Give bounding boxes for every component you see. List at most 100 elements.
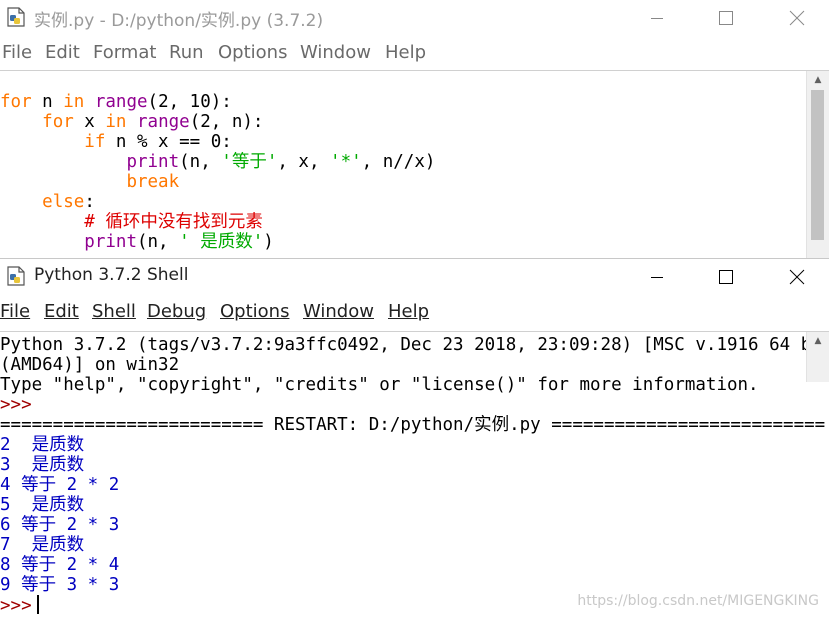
shell-line: 5 是质数 bbox=[0, 495, 829, 515]
window-title: Python 3.7.2 Shell bbox=[34, 265, 189, 285]
shell-line: >>> bbox=[0, 395, 829, 415]
code-token: 3 是质数 bbox=[0, 455, 85, 475]
code-token: >>> bbox=[0, 395, 32, 415]
shell-scrollbar[interactable]: ▲ bbox=[806, 332, 829, 382]
scroll-thumb[interactable] bbox=[811, 90, 824, 240]
menu-debug[interactable]: Debug bbox=[147, 301, 206, 322]
maximize-button[interactable] bbox=[703, 259, 749, 295]
code-token: 4 等于 2 * 2 bbox=[0, 475, 120, 495]
editor-titlebar[interactable]: 实例.py - D:/python/实例.py (3.7.2) bbox=[0, 0, 829, 36]
close-button[interactable] bbox=[774, 259, 820, 295]
code-line: if n % x == 0: bbox=[0, 132, 435, 152]
code-token: '*' bbox=[330, 152, 362, 172]
shell-line: 9 等于 3 * 3 bbox=[0, 575, 829, 595]
close-button[interactable] bbox=[774, 0, 820, 36]
code-token: >>> bbox=[0, 596, 32, 616]
code-line: else: bbox=[0, 192, 435, 212]
code-line: print(n, '等于', x, '*', n//x) bbox=[0, 152, 435, 172]
code-token: 5 是质数 bbox=[0, 495, 85, 515]
code-token: 7 是质数 bbox=[0, 535, 85, 555]
code-line: break bbox=[0, 172, 435, 192]
code-token: for bbox=[42, 112, 74, 132]
close-icon bbox=[789, 269, 805, 285]
code-text: for n in range(2, 10): for x in range(2,… bbox=[0, 92, 435, 252]
menu-shell[interactable]: Shell bbox=[92, 301, 136, 322]
menu-run[interactable]: Run bbox=[169, 42, 204, 63]
minimize-icon bbox=[651, 18, 663, 19]
code-token: n bbox=[31, 92, 64, 112]
menu-options[interactable]: Options bbox=[218, 42, 287, 63]
code-token: if bbox=[84, 132, 106, 152]
menu-file[interactable]: File bbox=[2, 42, 32, 63]
shell-line: 7 是质数 bbox=[0, 535, 829, 555]
maximize-icon bbox=[719, 270, 733, 284]
window-title: 实例.py - D:/python/实例.py (3.7.2) bbox=[34, 11, 324, 31]
menu-shell-label: Shell bbox=[92, 301, 136, 322]
text-cursor bbox=[36, 595, 39, 614]
code-token: Python 3.7.2 (tags/v3.7.2:9a3ffc0492, De… bbox=[0, 335, 829, 355]
code-token: else bbox=[42, 192, 85, 212]
menu-file[interactable]: File bbox=[0, 301, 30, 322]
code-token: in bbox=[63, 92, 85, 112]
menu-help[interactable]: Help bbox=[388, 301, 429, 322]
shell-line: 4 等于 2 * 2 bbox=[0, 475, 829, 495]
menu-format[interactable]: Format bbox=[93, 42, 156, 63]
minimize-button[interactable] bbox=[634, 0, 680, 36]
watermark: https://blog.csdn.net/MIGENGKING bbox=[577, 593, 819, 609]
shell-text: Python 3.7.2 (tags/v3.7.2:9a3ffc0492, De… bbox=[0, 335, 829, 616]
shell-line: ========================= RESTART: D:/py… bbox=[0, 415, 829, 435]
code-line: for x in range(2, n): bbox=[0, 112, 435, 132]
code-token: (AMD64)] on win32 bbox=[0, 355, 180, 375]
python-idle-icon bbox=[7, 266, 25, 286]
menu-edit[interactable]: Edit bbox=[45, 42, 80, 63]
shell-menubar: File Edit Shell Debug Options Window Hel… bbox=[0, 295, 829, 329]
editor-scrollbar[interactable]: ▲ bbox=[806, 71, 829, 258]
editor-menubar: File Edit Format Run Options Window Help bbox=[0, 36, 829, 70]
menu-options[interactable]: Options bbox=[220, 301, 289, 322]
minimize-icon bbox=[651, 277, 663, 278]
code-line: for n in range(2, 10): bbox=[0, 92, 435, 112]
scroll-up-icon[interactable]: ▲ bbox=[807, 332, 829, 349]
code-token: x bbox=[73, 112, 106, 132]
code-token: print bbox=[126, 152, 180, 172]
maximize-button[interactable] bbox=[703, 0, 749, 36]
menu-window[interactable]: Window bbox=[303, 301, 374, 322]
shell-line: 8 等于 2 * 4 bbox=[0, 555, 829, 575]
code-line: # 循环中没有找到元素 bbox=[0, 212, 435, 232]
code-token: , x, bbox=[277, 152, 331, 172]
menu-file-label: File bbox=[0, 301, 31, 322]
code-token: range bbox=[137, 112, 190, 132]
code-token: 6 等于 2 * 3 bbox=[0, 515, 120, 535]
code-token: in bbox=[105, 112, 127, 132]
scroll-up-icon[interactable]: ▲ bbox=[807, 71, 829, 88]
code-token: print bbox=[84, 232, 137, 252]
code-token: : bbox=[84, 192, 95, 212]
menu-edit[interactable]: Edit bbox=[44, 301, 79, 322]
code-token: 2 是质数 bbox=[0, 435, 85, 455]
code-token: 8 等于 2 * 4 bbox=[0, 555, 120, 575]
code-token: 9 等于 3 * 3 bbox=[0, 575, 120, 595]
code-token: for bbox=[0, 92, 32, 112]
code-token: '等于' bbox=[221, 152, 278, 172]
code-token: n % x == 0: bbox=[105, 132, 232, 152]
shell-output[interactable]: Python 3.7.2 (tags/v3.7.2:9a3ffc0492, De… bbox=[0, 331, 829, 618]
code-editor[interactable]: for n in range(2, 10): for x in range(2,… bbox=[0, 70, 829, 258]
menu-window[interactable]: Window bbox=[300, 42, 371, 63]
shell-window: Python 3.7.2 Shell File Edit Shell Debug… bbox=[0, 258, 829, 618]
code-token: (n, bbox=[179, 152, 222, 172]
menu-help-label: Help bbox=[388, 301, 430, 322]
menu-help[interactable]: Help bbox=[385, 42, 426, 63]
code-token: # 循环中没有找到元素 bbox=[84, 212, 263, 232]
code-line: print(n, ' 是质数') bbox=[0, 232, 435, 252]
code-token: range bbox=[94, 92, 148, 112]
minimize-button[interactable] bbox=[634, 259, 680, 295]
shell-titlebar[interactable]: Python 3.7.2 Shell bbox=[0, 259, 829, 295]
